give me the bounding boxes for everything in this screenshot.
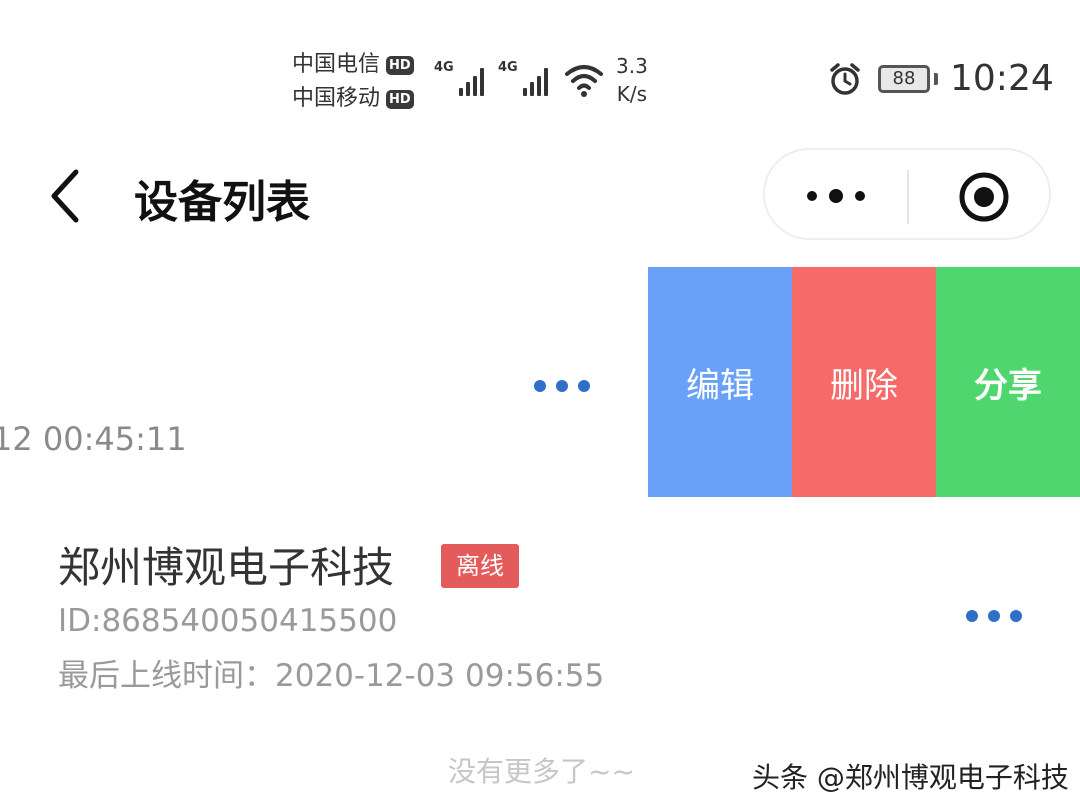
edit-button[interactable]: 编辑	[648, 267, 792, 497]
carrier-row-2: 中国移动 HD	[292, 82, 414, 116]
carrier-info: 中国电信 HD 中国移动 HD	[292, 48, 414, 116]
page-title: 设备列表	[134, 177, 310, 228]
signal-bar	[529, 82, 534, 96]
speed-unit: K/s	[616, 82, 648, 106]
device-last-online-partial: 12 00:45:11	[0, 420, 187, 458]
battery-level: 88	[892, 68, 916, 89]
network-type-2: 4G	[498, 60, 518, 75]
carrier-name-2: 中国移动	[292, 86, 381, 111]
delete-button[interactable]: 删除	[792, 267, 936, 497]
more-dots-icon[interactable]	[799, 176, 875, 216]
signal-bar	[472, 76, 477, 96]
battery-indicator: 88	[878, 65, 938, 93]
device-last-online: 最后上线时间：2020-12-03 09:56:55	[58, 658, 605, 694]
device-id: ID:868540050415500	[58, 603, 398, 639]
hd-badge-2: HD	[386, 89, 414, 109]
signal-bar	[536, 76, 541, 96]
signal-bar	[479, 68, 484, 96]
watermark: 头条 @郑州博观电子科技	[752, 761, 1069, 794]
status-badge: 离线	[441, 544, 519, 588]
mini-program-capsule	[763, 148, 1051, 240]
signal-bar	[522, 88, 527, 96]
network-type-1: 4G	[434, 60, 454, 75]
more-options-icon[interactable]	[530, 376, 600, 396]
wifi-icon	[565, 65, 603, 97]
hd-badge-1: HD	[386, 55, 414, 75]
carrier-name-1: 中国电信	[292, 52, 381, 77]
signal-bar	[543, 68, 548, 96]
network-speed: 3.3 K/s	[616, 52, 648, 108]
device-name[interactable]: 郑州博观电子科技	[58, 534, 394, 595]
signal-strength-2: 4G	[498, 56, 548, 96]
signal-strength-1: 4G	[434, 56, 484, 96]
signal-bar	[458, 88, 463, 96]
alarm-clock-icon	[830, 63, 860, 95]
more-options-icon[interactable]	[962, 606, 1032, 626]
carrier-row-1: 中国电信 HD	[292, 48, 414, 82]
chevron-left-icon[interactable]	[46, 166, 86, 226]
status-time: 10:24	[950, 58, 1054, 99]
speed-value: 3.3	[616, 54, 648, 78]
signal-bar	[465, 82, 470, 96]
list-end-text: 没有更多了~~	[448, 755, 635, 788]
share-button[interactable]: 分享	[936, 267, 1080, 497]
capsule-divider	[907, 170, 909, 224]
battery-tip	[934, 73, 938, 85]
record-circle-icon[interactable]	[957, 170, 1011, 224]
